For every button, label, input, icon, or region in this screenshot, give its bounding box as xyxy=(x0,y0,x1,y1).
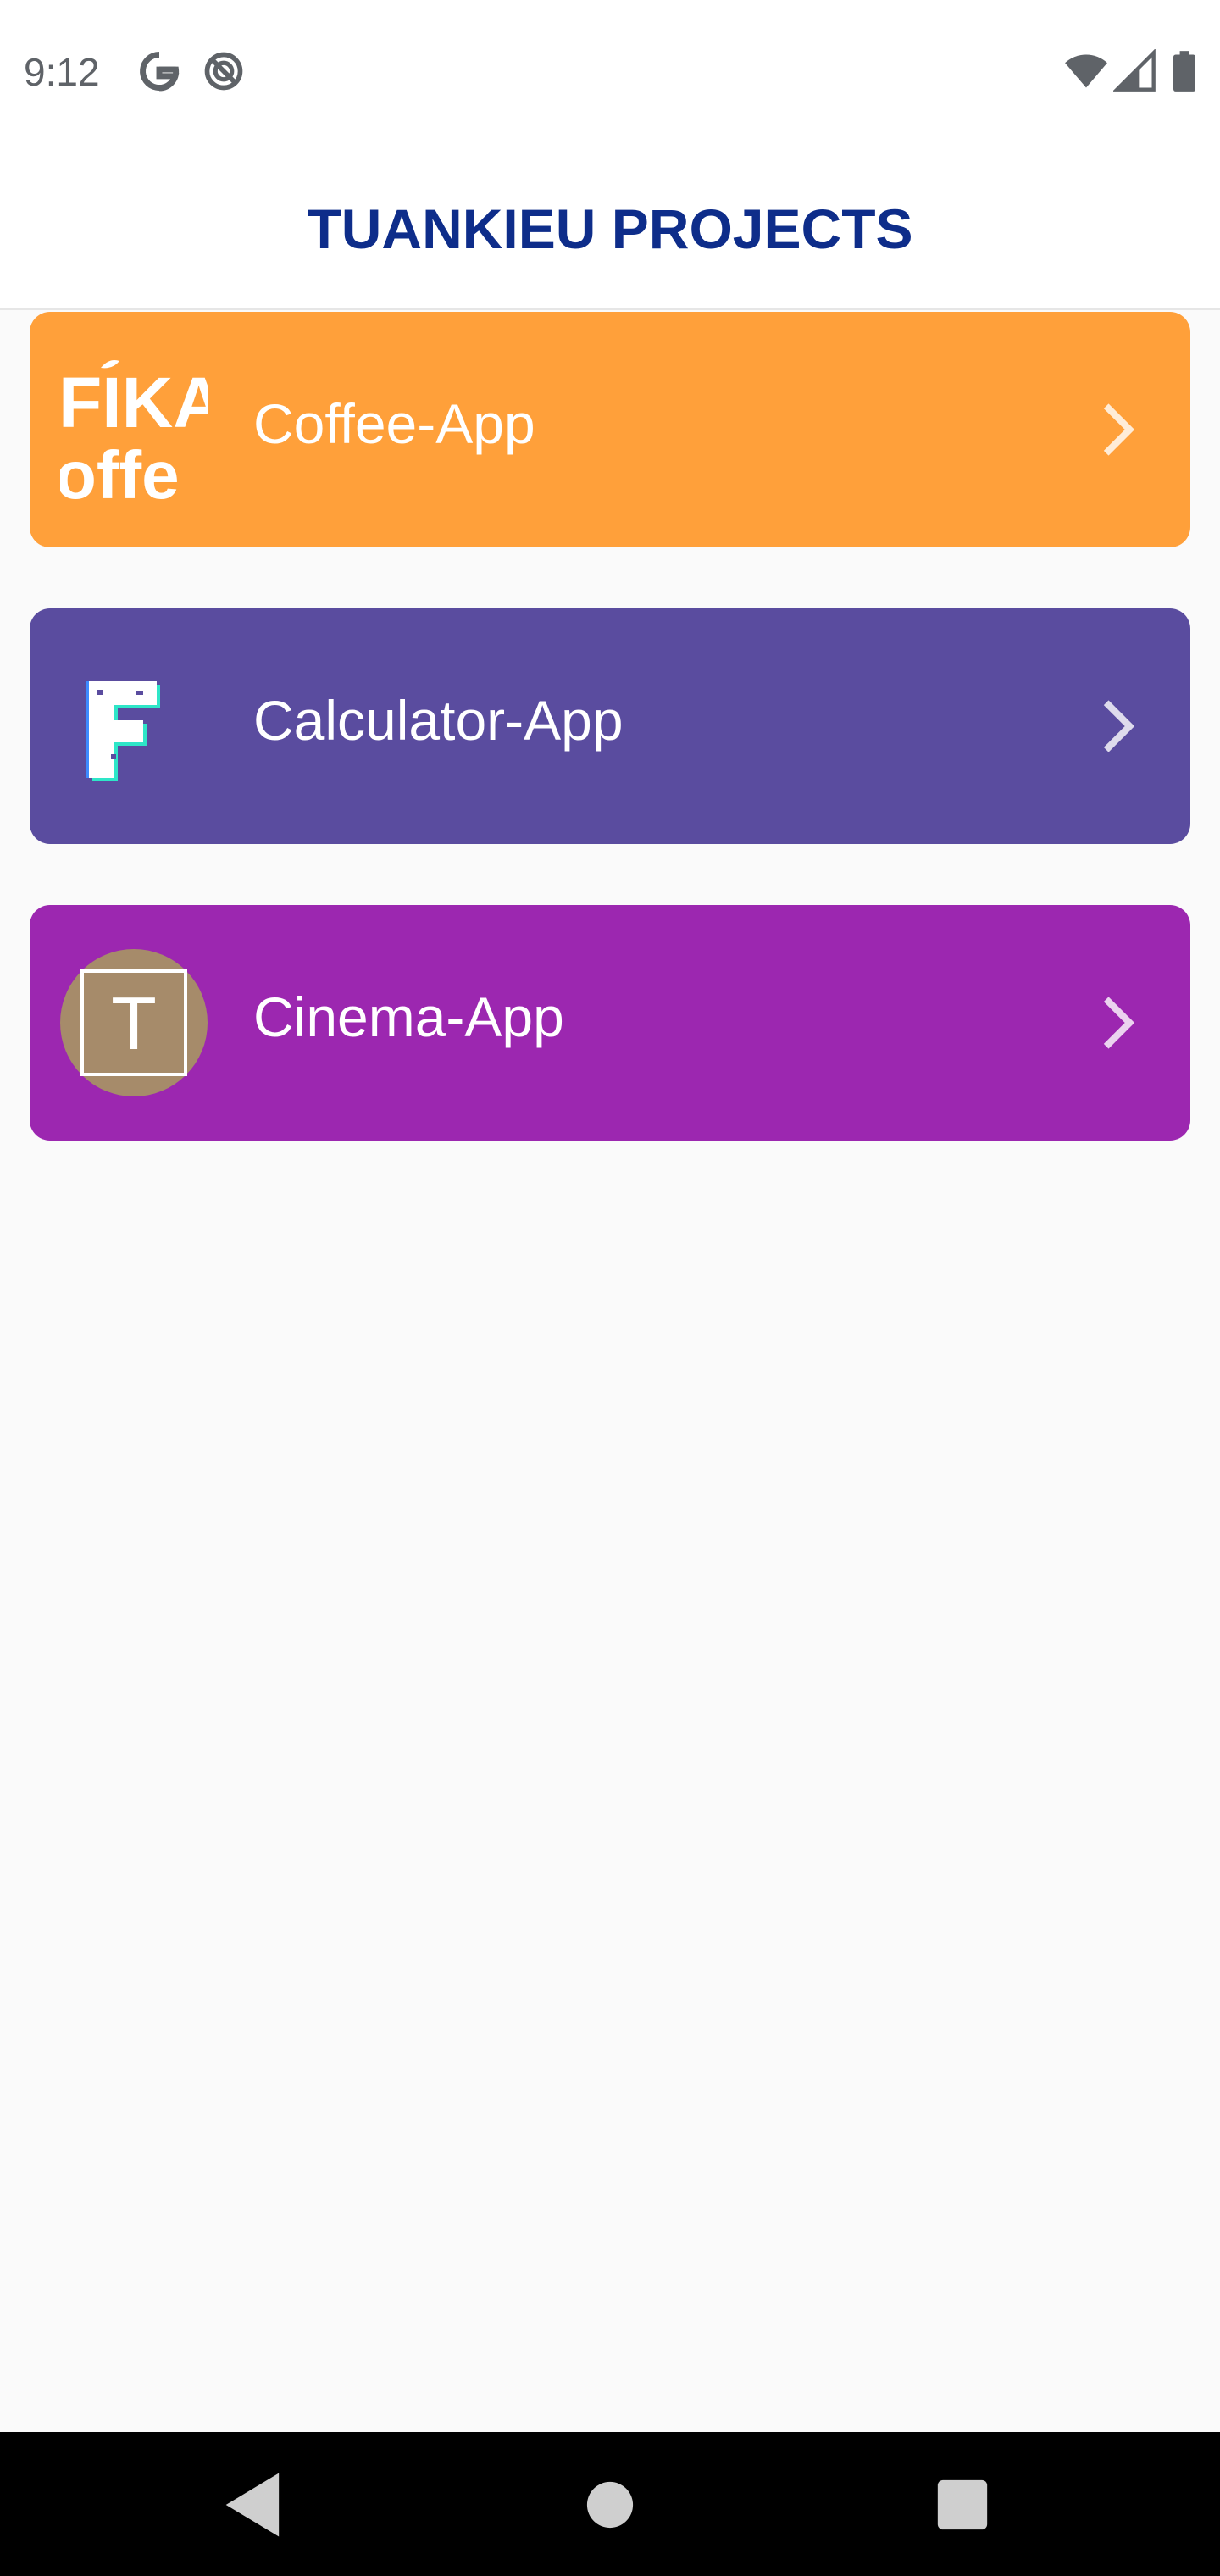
battery-icon xyxy=(1173,51,1195,92)
coffee-logo-text: offe xyxy=(60,437,180,503)
app-title: TUANKIEU PROJECTS xyxy=(307,197,913,260)
project-label: Cinema-App xyxy=(253,985,564,1048)
app-bar: TUANKIEU PROJECTS xyxy=(0,146,1220,310)
chevron-right-icon xyxy=(1103,700,1135,752)
fika-logo-text: FIKA xyxy=(60,363,208,442)
project-card-calculator-app[interactable]: Calculator-App xyxy=(30,608,1190,844)
pixel-f-logo-icon xyxy=(86,681,160,781)
t-avatar-icon: T xyxy=(60,949,208,1096)
project-card-coffee-app[interactable]: FIKA offe Coffee-App xyxy=(30,312,1190,547)
google-g-icon xyxy=(140,52,180,92)
avatar-letter: T xyxy=(111,981,157,1065)
back-icon[interactable] xyxy=(212,2462,297,2547)
wifi-icon xyxy=(1065,54,1107,88)
cell-signal-icon xyxy=(1113,49,1156,92)
chevron-right-icon xyxy=(1103,997,1135,1049)
home-icon[interactable] xyxy=(568,2462,652,2547)
project-card-cinema-app[interactable]: T Cinema-App xyxy=(30,905,1190,1141)
status-bar: 9:12 xyxy=(0,0,1220,146)
project-label: Calculator-App xyxy=(253,689,624,752)
status-time: 9:12 xyxy=(24,50,100,94)
project-label: Coffee-App xyxy=(253,392,535,455)
system-nav-bar xyxy=(0,2432,1220,2576)
do-not-disturb-icon xyxy=(204,52,243,91)
recents-icon[interactable] xyxy=(920,2462,1005,2547)
fika-coffee-logo-icon: FIKA offe xyxy=(60,360,208,503)
chevron-right-icon xyxy=(1103,403,1135,456)
